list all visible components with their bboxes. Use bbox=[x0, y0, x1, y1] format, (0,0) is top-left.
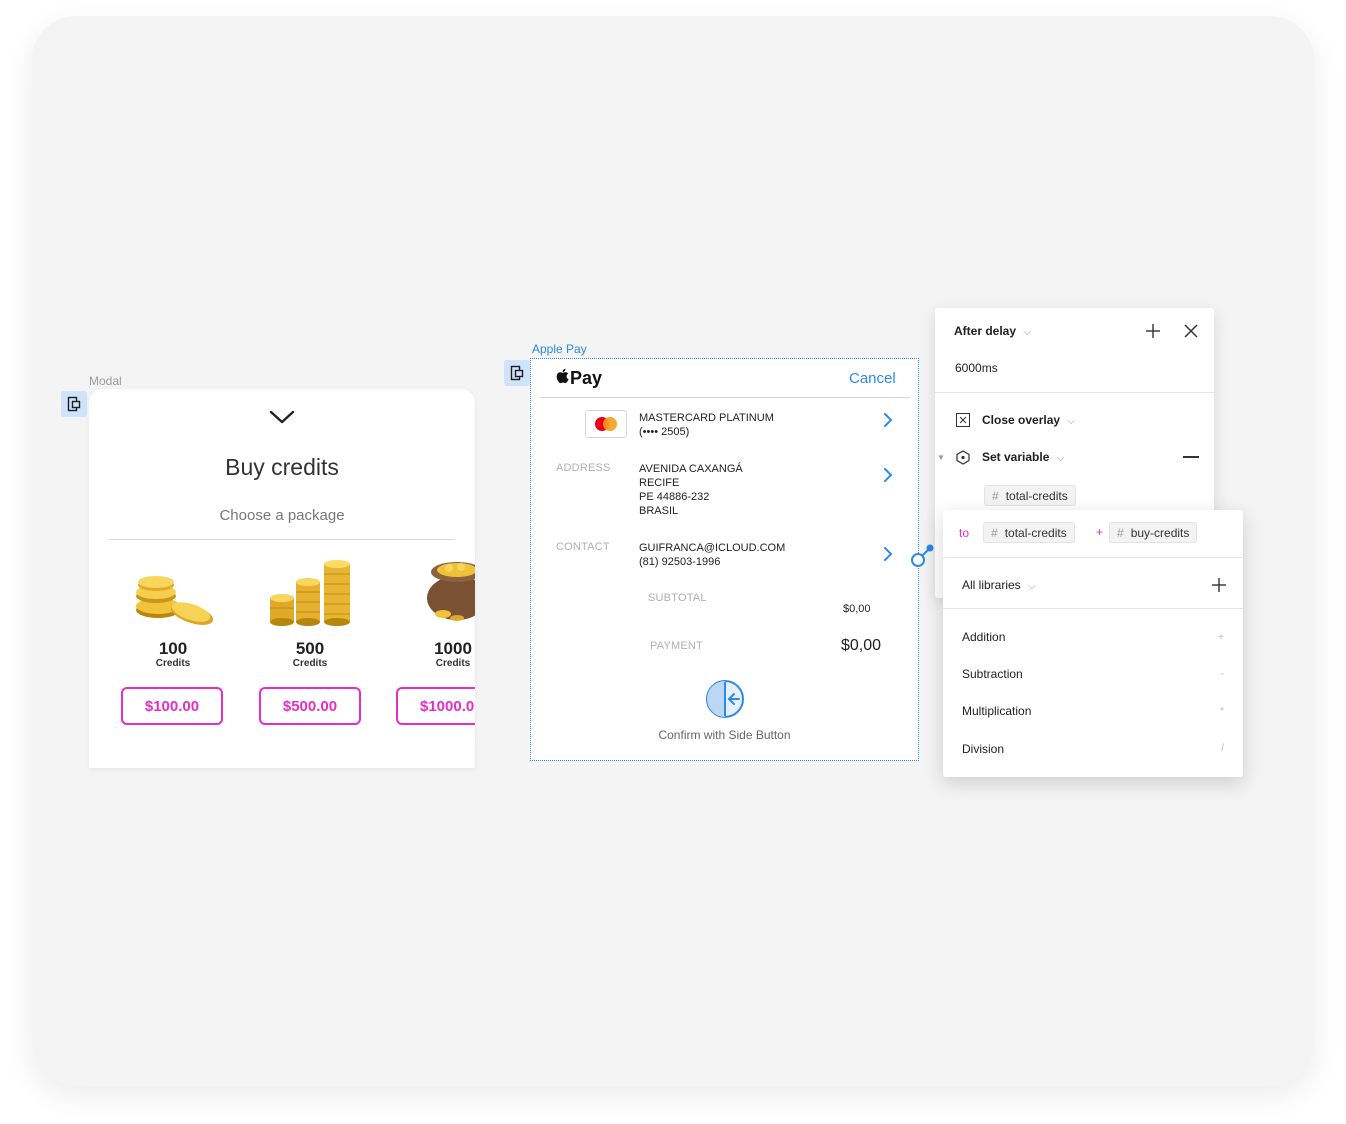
package-caption: Credits bbox=[435, 658, 471, 669]
card-number: (•••• 2505) bbox=[639, 426, 690, 438]
library-label: All libraries bbox=[962, 578, 1021, 592]
variable-chip[interactable]: # total-credits bbox=[984, 485, 1076, 506]
divider bbox=[935, 392, 1214, 393]
divider bbox=[109, 539, 455, 540]
variable-chip[interactable]: # total-credits bbox=[983, 522, 1075, 543]
buy-1000-button[interactable]: $1000.00 bbox=[396, 687, 475, 725]
modal-subtitle: Choose a package bbox=[219, 507, 345, 524]
subtotal-value: $0,00 bbox=[843, 603, 871, 615]
trigger-label: After delay bbox=[954, 324, 1017, 338]
hash-icon: # bbox=[992, 488, 999, 503]
divider bbox=[943, 608, 1243, 609]
package-amount: 1000 bbox=[434, 639, 472, 658]
coin-bag-image bbox=[419, 554, 475, 624]
chevron-right-icon[interactable] bbox=[883, 545, 893, 568]
operation-symbol: - bbox=[1220, 669, 1224, 680]
to-keyword: to bbox=[959, 526, 970, 540]
address-line: PE 44886-232 bbox=[639, 491, 710, 503]
variable-chip[interactable]: # buy-credits bbox=[1109, 522, 1198, 543]
subtotal-label: SUBTOTAL bbox=[648, 592, 707, 604]
library-select[interactable]: All libraries ⌵ bbox=[962, 578, 1036, 592]
address-line: BRASIL bbox=[639, 505, 679, 517]
chevron-right-icon[interactable] bbox=[883, 411, 893, 434]
contact-label: CONTACT bbox=[556, 541, 610, 553]
side-button-icon bbox=[705, 679, 745, 724]
variable-icon bbox=[956, 450, 970, 470]
add-icon[interactable] bbox=[1212, 578, 1226, 597]
package-caption: Credits bbox=[292, 658, 328, 669]
apple-icon bbox=[556, 368, 569, 389]
collapse-caret-icon[interactable]: ▼ bbox=[937, 453, 945, 462]
address-line: RECIFE bbox=[639, 477, 680, 489]
operation-addition[interactable]: Addition bbox=[962, 630, 1005, 644]
buy-500-button[interactable]: $500.00 bbox=[259, 687, 361, 725]
package-amount: 500 bbox=[295, 639, 325, 658]
cancel-button[interactable]: Cancel bbox=[849, 370, 896, 387]
chevron-down-icon: ⌵ bbox=[1067, 416, 1075, 427]
coins-stack-image bbox=[266, 560, 358, 631]
remove-action-icon[interactable] bbox=[1183, 456, 1199, 458]
frame-icon[interactable] bbox=[504, 360, 530, 386]
mastercard-icon bbox=[585, 410, 627, 438]
chevron-down-icon: ⌵ bbox=[1028, 581, 1036, 592]
package-amount: 100 bbox=[158, 639, 188, 658]
action-label: Set variable bbox=[982, 450, 1050, 464]
contact-phone: (81) 92503-1996 bbox=[639, 556, 721, 568]
confirm-side-button-text: Confirm with Side Button bbox=[658, 728, 791, 742]
action-close-overlay[interactable]: Close overlay ⌵ bbox=[982, 413, 1075, 427]
apple-pay-frame-label[interactable]: Apple Pay bbox=[532, 342, 587, 356]
operation-symbol: + bbox=[1218, 632, 1224, 643]
close-icon[interactable] bbox=[1183, 323, 1199, 344]
chevron-down-icon: ⌵ bbox=[1056, 453, 1065, 464]
payment-label: PAYMENT bbox=[650, 640, 703, 652]
delay-input[interactable]: 6000ms bbox=[955, 361, 998, 375]
buy-100-button[interactable]: $100.00 bbox=[121, 687, 223, 725]
divider bbox=[540, 397, 910, 398]
frame-icon[interactable] bbox=[61, 391, 87, 417]
hash-icon: # bbox=[991, 525, 998, 540]
operation-multiplication[interactable]: Multiplication bbox=[962, 704, 1031, 718]
action-set-variable[interactable]: Set variable ⌵ bbox=[982, 450, 1064, 464]
operation-symbol: / bbox=[1221, 743, 1224, 754]
operation-symbol: * bbox=[1220, 706, 1224, 717]
card-name: MASTERCARD PLATINUM bbox=[639, 412, 774, 424]
address-label: ADDRESS bbox=[556, 462, 611, 474]
add-icon[interactable] bbox=[1145, 323, 1161, 344]
payment-value: $0,00 bbox=[841, 637, 882, 654]
apple-pay-brand: Pay bbox=[570, 368, 603, 388]
action-label: Close overlay bbox=[982, 413, 1061, 427]
coins-small-image bbox=[128, 572, 220, 633]
modal-frame-label[interactable]: Modal bbox=[89, 374, 122, 388]
trigger-select[interactable]: After delay ⌵ bbox=[954, 324, 1031, 338]
close-overlay-icon bbox=[956, 413, 970, 432]
chevron-down-icon: ⌵ bbox=[1023, 327, 1031, 338]
chevron-down-icon[interactable] bbox=[268, 408, 296, 431]
variable-name: total-credits bbox=[1005, 488, 1068, 503]
package-caption: Credits bbox=[155, 658, 191, 669]
operation-division[interactable]: Division bbox=[962, 742, 1004, 756]
modal-title: Buy credits bbox=[225, 454, 339, 480]
hash-icon: # bbox=[1117, 525, 1124, 540]
divider bbox=[943, 557, 1243, 558]
address-line: AVENIDA CAXANGÁ bbox=[639, 463, 743, 475]
chevron-right-icon[interactable] bbox=[883, 466, 893, 489]
operator: + bbox=[1096, 525, 1104, 539]
apple-pay-logo: Pay bbox=[556, 368, 602, 389]
contact-email: GUIFRANCA@ICLOUD.COM bbox=[639, 542, 786, 554]
variable-name: total-credits bbox=[1004, 525, 1067, 540]
connection-handle-icon[interactable] bbox=[910, 543, 938, 574]
operation-subtraction[interactable]: Subtraction bbox=[962, 667, 1023, 681]
variable-name: buy-credits bbox=[1130, 525, 1190, 540]
